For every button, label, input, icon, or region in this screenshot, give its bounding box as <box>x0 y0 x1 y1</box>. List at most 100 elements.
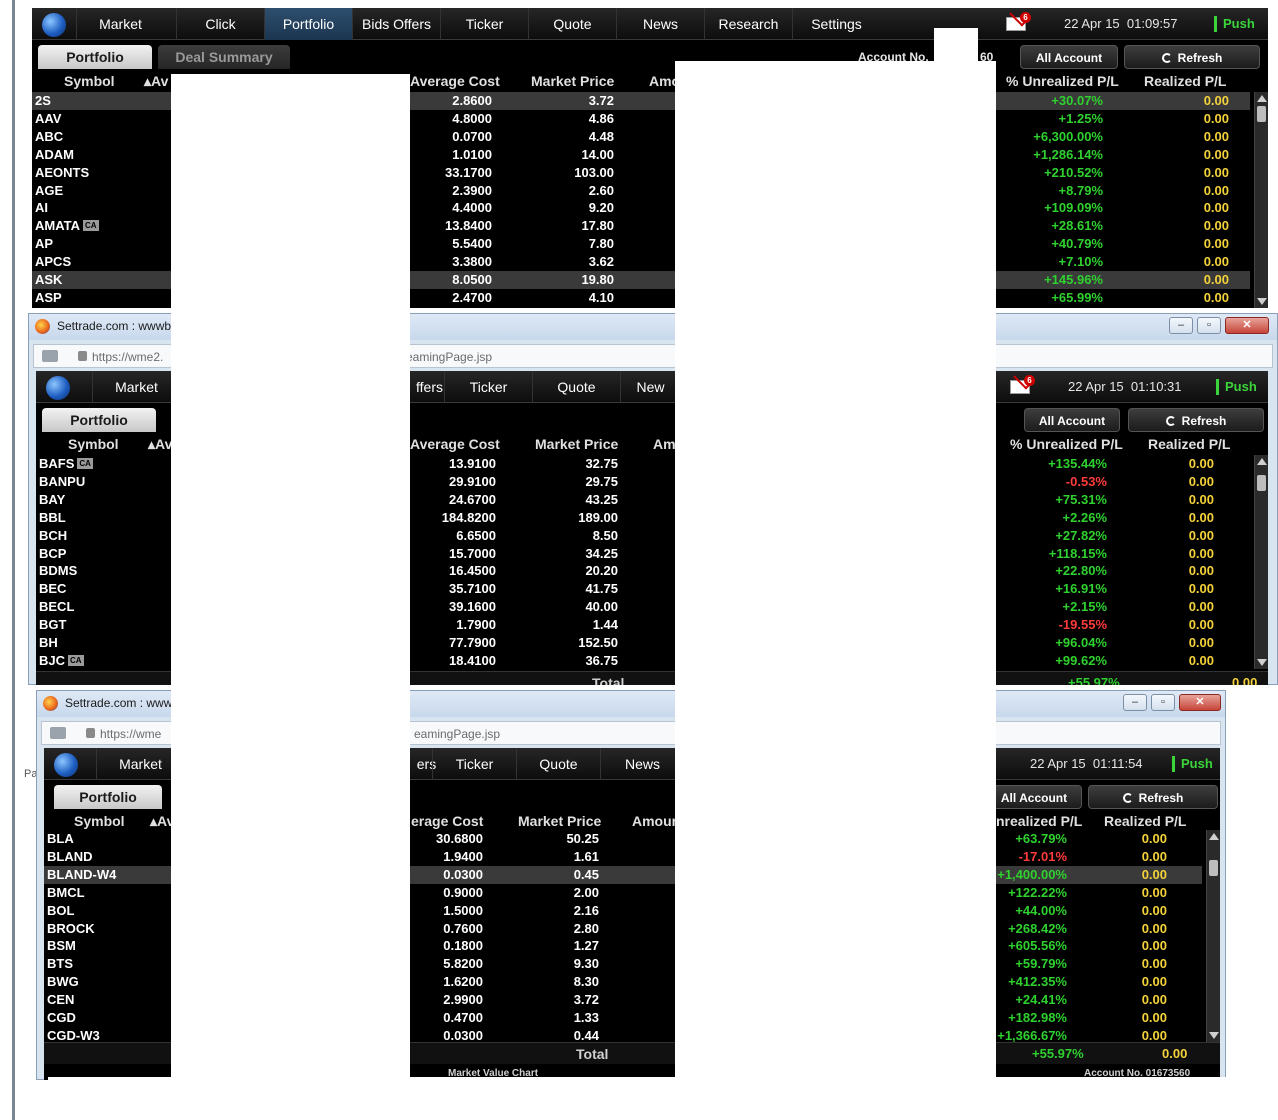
symbol-cell[interactable]: ASP <box>35 290 62 305</box>
symbol-cell[interactable]: BH <box>39 635 58 650</box>
symbol-cell[interactable]: BCP <box>39 546 66 561</box>
refresh-button[interactable]: Refresh <box>1128 408 1264 432</box>
tab-groups-icon[interactable] <box>42 350 58 362</box>
push-indicator[interactable]: Push <box>1172 756 1213 772</box>
scroll-thumb[interactable] <box>1257 475 1266 491</box>
col-unrealized-pct[interactable]: nrealized P/L <box>996 813 1082 829</box>
symbol-cell[interactable]: APCS <box>35 254 71 269</box>
nav-quote[interactable]: Quote <box>532 371 620 403</box>
col-market-price[interactable]: Market Price <box>518 813 601 829</box>
symbol-cell[interactable]: ABC <box>35 129 63 144</box>
close-button[interactable]: ✕ <box>1225 317 1269 334</box>
symbol-cell[interactable]: BLA <box>47 831 74 846</box>
minimize-button[interactable]: – <box>1123 694 1147 711</box>
scrollbar[interactable] <box>1254 455 1268 669</box>
push-indicator[interactable]: Push <box>1216 379 1257 395</box>
all-account-button[interactable]: All Account <box>1024 408 1120 432</box>
close-button[interactable]: ✕ <box>1179 694 1221 711</box>
col-sort-indicator[interactable]: ▴Av <box>148 436 172 453</box>
col-market-price[interactable]: Market Price <box>535 436 618 452</box>
scroll-up-icon[interactable] <box>1257 458 1267 465</box>
col-amount[interactable]: Am <box>653 436 676 452</box>
scroll-down-icon[interactable] <box>1257 659 1267 666</box>
symbol-cell[interactable]: BCH <box>39 528 67 543</box>
symbol-cell[interactable]: BSM <box>47 938 76 953</box>
push-indicator[interactable]: Push <box>1214 16 1255 32</box>
symbol-cell[interactable]: AI <box>35 200 48 215</box>
tab-groups-icon[interactable] <box>50 727 66 739</box>
symbol-cell[interactable]: ASK <box>35 272 62 287</box>
symbol-cell[interactable]: BJC CA <box>39 653 84 668</box>
scroll-up-icon[interactable] <box>1209 833 1219 840</box>
nav-quote[interactable]: Quote <box>528 8 616 40</box>
col-symbol[interactable]: Symbol <box>74 813 125 829</box>
nav-news[interactable]: New <box>620 371 680 403</box>
col-amount[interactable]: Amour <box>632 813 677 829</box>
col-realized[interactable]: Realized P/L <box>1144 73 1226 89</box>
col-sort-indicator[interactable]: ▴Av <box>144 73 168 90</box>
symbol-cell[interactable]: BWG <box>47 974 79 989</box>
symbol-cell[interactable]: AEONTS <box>35 165 89 180</box>
symbol-cell[interactable]: 2S <box>35 93 51 108</box>
symbol-cell[interactable]: BAY <box>39 492 65 507</box>
refresh-button[interactable]: Refresh <box>1124 45 1260 69</box>
symbol-cell[interactable]: BGT <box>39 617 66 632</box>
tab-portfolio[interactable]: Portfolio <box>38 45 152 69</box>
col-average-cost[interactable]: Average Cost <box>410 73 500 89</box>
col-realized[interactable]: Realized P/L <box>1104 813 1186 829</box>
url-text[interactable]: https://wme <box>100 727 161 741</box>
scroll-up-icon[interactable] <box>1257 95 1267 102</box>
minimize-button[interactable]: – <box>1169 317 1193 334</box>
symbol-cell[interactable]: AP <box>35 236 53 251</box>
symbol-cell[interactable]: AMATA CA <box>35 218 99 233</box>
nav-bids-offers[interactable]: Bids Offers <box>352 8 440 40</box>
col-symbol[interactable]: Symbol <box>68 436 119 452</box>
col-realized[interactable]: Realized P/L <box>1148 436 1230 452</box>
nav-ticker[interactable]: Ticker <box>432 748 516 780</box>
symbol-cell[interactable]: CGD <box>47 1010 76 1025</box>
symbol-cell[interactable]: BECL <box>39 599 74 614</box>
symbol-cell[interactable]: BLAND-W4 <box>47 867 116 882</box>
settrade-logo[interactable] <box>42 13 66 37</box>
tab-portfolio[interactable]: Portfolio <box>54 785 162 809</box>
symbol-cell[interactable]: CEN <box>47 992 74 1007</box>
nav-portfolio[interactable]: Portfolio <box>264 8 352 40</box>
nav-market[interactable]: Market <box>92 371 180 403</box>
nav-click[interactable]: Click <box>176 8 264 40</box>
col-average-cost[interactable]: Average Cost <box>410 436 500 452</box>
col-market-price[interactable]: Market Price <box>531 73 614 89</box>
nav-settings[interactable]: Settings <box>792 8 880 40</box>
symbol-cell[interactable]: BEC <box>39 581 66 596</box>
maximize-button[interactable]: ▫ <box>1151 694 1175 711</box>
refresh-button[interactable]: Refresh <box>1088 785 1218 809</box>
nav-news[interactable]: News <box>600 748 684 780</box>
col-symbol[interactable]: Symbol <box>64 73 115 89</box>
tab-deal-summary[interactable]: Deal Summary <box>158 45 290 69</box>
symbol-cell[interactable]: BROCK <box>47 921 95 936</box>
symbol-cell[interactable]: CGD-W3 <box>47 1028 100 1043</box>
nav-news[interactable]: News <box>616 8 704 40</box>
nav-research[interactable]: Research <box>704 8 792 40</box>
symbol-cell[interactable]: AAV <box>35 111 61 126</box>
scroll-thumb[interactable] <box>1209 860 1218 876</box>
scroll-thumb[interactable] <box>1257 106 1266 122</box>
nav-ticker[interactable]: Ticker <box>444 371 532 403</box>
url-text[interactable]: https://wme2. <box>92 350 163 364</box>
all-account-button[interactable]: All Account <box>986 785 1082 809</box>
col-average-cost[interactable]: erage Cost <box>411 813 483 829</box>
scroll-down-icon[interactable] <box>1209 1032 1219 1039</box>
scrollbar[interactable] <box>1254 92 1268 308</box>
nav-ticker[interactable]: Ticker <box>440 8 528 40</box>
symbol-cell[interactable]: BBL <box>39 510 66 525</box>
scroll-down-icon[interactable] <box>1257 298 1267 305</box>
settrade-logo[interactable] <box>46 376 70 400</box>
symbol-cell[interactable]: BTS <box>47 956 73 971</box>
tab-portfolio[interactable]: Portfolio <box>42 408 156 432</box>
scrollbar[interactable] <box>1206 830 1220 1042</box>
col-unrealized-pct[interactable]: % Unrealized P/L <box>1010 436 1123 452</box>
settrade-logo[interactable] <box>54 753 78 777</box>
all-account-button[interactable]: All Account <box>1020 45 1118 69</box>
nav-market[interactable]: Market <box>76 8 164 40</box>
symbol-cell[interactable]: BOL <box>47 903 74 918</box>
symbol-cell[interactable]: BMCL <box>47 885 85 900</box>
